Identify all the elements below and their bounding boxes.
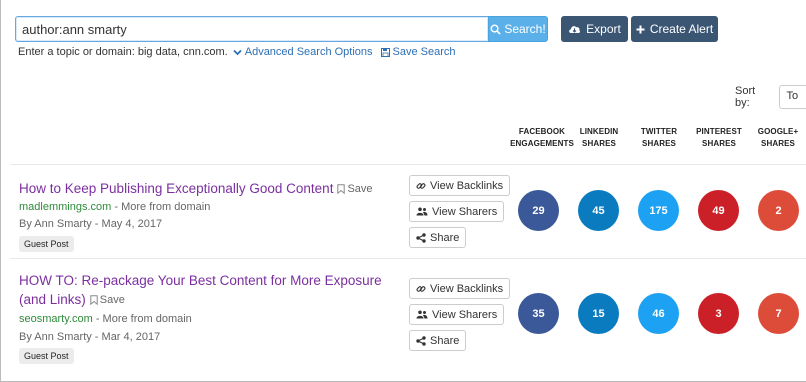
advanced-search-link[interactable]: Advanced Search Options xyxy=(233,46,373,58)
view-backlinks-label: View Backlinks xyxy=(430,179,504,192)
result-title-line: (and Links) xyxy=(19,292,86,307)
share-button[interactable]: Share xyxy=(409,227,467,248)
advanced-search-label: Advanced Search Options xyxy=(244,46,373,58)
search-bar: Search! xyxy=(15,16,548,42)
view-sharers-label: View Sharers xyxy=(432,205,498,218)
chevron-down-icon xyxy=(233,49,242,56)
facebook-engagements-count[interactable]: 29 xyxy=(518,190,559,231)
more-from-domain-link[interactable]: - More from domain xyxy=(111,201,210,213)
column-header-line: LINKEDIN xyxy=(579,127,619,136)
bookmark-icon xyxy=(337,184,346,195)
view-backlinks-label: View Backlinks xyxy=(430,282,504,295)
view-backlinks-button[interactable]: View Backlinks xyxy=(409,278,511,299)
share-icon xyxy=(416,232,426,243)
save-search-label: Save Search xyxy=(392,46,456,58)
column-header-line: ENGAGEMENTS xyxy=(510,139,574,148)
search-hint: Enter a topic or domain: big data, cnn.c… xyxy=(18,46,228,58)
link-icon xyxy=(416,181,426,191)
result-domain-line: seosmarty.com - More from domain xyxy=(19,313,192,325)
pinterest-shares-count[interactable]: 49 xyxy=(698,190,739,231)
search-icon xyxy=(490,24,501,35)
result-domain-line: madlemmings.com - More from domain xyxy=(19,201,210,213)
pinterest-shares-count[interactable]: 3 xyxy=(698,293,739,334)
result-title-link[interactable]: HOW TO: Re-package Your Best Content for… xyxy=(19,273,382,307)
export-label: Export xyxy=(586,22,621,36)
column-header-line: TWITTER xyxy=(640,127,678,136)
sort-control: Sort by: To xyxy=(735,85,806,109)
result-title-line: HOW TO: Re-package Your Best Content for… xyxy=(19,273,382,288)
share-button[interactable]: Share xyxy=(409,330,467,351)
floppy-disk-icon xyxy=(380,47,390,57)
search-button[interactable]: Search! xyxy=(488,16,548,42)
result-domain-link[interactable]: madlemmings.com xyxy=(19,201,111,213)
column-header-line: SHARES xyxy=(642,139,676,148)
divider xyxy=(10,258,806,259)
column-header-facebook[interactable]: FACEBOOK ENGAGEMENTS xyxy=(504,126,580,150)
save-article-button[interactable]: Save xyxy=(337,180,373,199)
users-icon xyxy=(416,207,428,216)
column-header-line: SHARES xyxy=(761,139,795,148)
column-header-line: SHARES xyxy=(702,139,736,148)
users-icon xyxy=(416,310,428,319)
column-header-line: GOOGLE+ xyxy=(757,127,799,136)
result-badge: Guest Post xyxy=(19,236,74,252)
view-backlinks-button[interactable]: View Backlinks xyxy=(409,175,511,196)
share-label: Share xyxy=(430,231,460,244)
view-sharers-button[interactable]: View Sharers xyxy=(409,201,505,222)
save-label: Save xyxy=(347,182,373,195)
sort-select[interactable]: To xyxy=(779,85,806,109)
save-search-link[interactable]: Save Search xyxy=(380,46,456,58)
bookmark-icon xyxy=(90,295,98,306)
search-input[interactable] xyxy=(15,16,488,42)
sort-label: Sort by: xyxy=(735,85,756,109)
column-header-line: PINTEREST xyxy=(696,127,742,136)
link-icon xyxy=(416,284,426,294)
result-domain-link[interactable]: seosmarty.com xyxy=(19,313,93,325)
save-label: Save xyxy=(99,293,125,306)
search-button-label: Search! xyxy=(504,22,546,36)
view-sharers-label: View Sharers xyxy=(432,308,498,321)
divider xyxy=(10,164,806,165)
export-button[interactable]: Export xyxy=(561,16,628,42)
create-alert-label: Create Alert xyxy=(649,22,714,36)
more-from-domain-link[interactable]: - More from domain xyxy=(93,313,192,325)
save-article-button[interactable]: Save xyxy=(90,291,125,310)
share-label: Share xyxy=(430,334,460,347)
result-title-link[interactable]: How to Keep Publishing Exceptionally Goo… xyxy=(19,181,333,196)
googleplus-shares-count[interactable]: 7 xyxy=(758,293,799,334)
search-hint-row: Enter a topic or domain: big data, cnn.c… xyxy=(18,46,456,58)
result-byline: By Ann Smarty - Mar 4, 2017 xyxy=(19,331,161,343)
column-header-linkedin[interactable]: LINKEDIN SHARES xyxy=(573,126,625,150)
result-badge: Guest Post xyxy=(19,348,74,364)
facebook-engagements-count[interactable]: 35 xyxy=(518,293,559,334)
share-icon xyxy=(416,335,426,346)
linkedin-shares-count[interactable]: 15 xyxy=(578,293,619,334)
column-header-line: FACEBOOK xyxy=(518,127,566,136)
result-title-row: HOW TO: Re-package Your Best Content for… xyxy=(19,271,399,310)
result-byline: By Ann Smarty - May 4, 2017 xyxy=(19,218,163,230)
view-sharers-button[interactable]: View Sharers xyxy=(409,304,505,325)
column-header-pinterest[interactable]: PINTEREST SHARES xyxy=(690,126,748,150)
cloud-download-icon xyxy=(568,24,581,34)
result-title-row: How to Keep Publishing Exceptionally Goo… xyxy=(19,179,373,199)
create-alert-button[interactable]: Create Alert xyxy=(631,16,718,42)
twitter-shares-count[interactable]: 46 xyxy=(638,293,679,334)
column-header-googleplus[interactable]: GOOGLE+ SHARES xyxy=(752,126,804,150)
googleplus-shares-count[interactable]: 2 xyxy=(758,190,799,231)
column-header-line: SHARES xyxy=(582,139,616,148)
column-header-twitter[interactable]: TWITTER SHARES xyxy=(633,126,685,150)
plus-icon xyxy=(636,25,645,34)
twitter-shares-count[interactable]: 175 xyxy=(638,190,679,231)
linkedin-shares-count[interactable]: 45 xyxy=(578,190,619,231)
